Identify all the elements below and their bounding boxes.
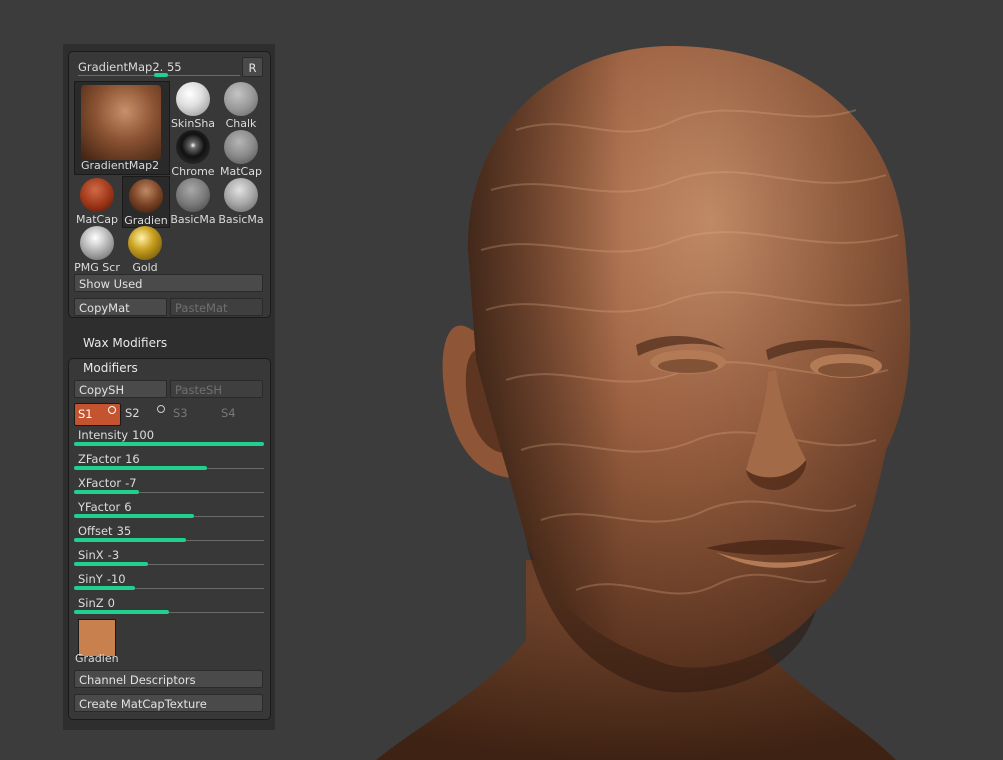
shader-s4-button[interactable]: S4 xyxy=(218,403,263,424)
material-swatch-matcap-red[interactable]: MatCap xyxy=(74,178,120,226)
slider-fill xyxy=(74,586,135,590)
slider-label: Offset 35 xyxy=(78,524,132,538)
3d-viewport[interactable] xyxy=(276,0,1003,760)
gradient-label: Gradien xyxy=(75,652,119,665)
material-swatch-basicmat2[interactable]: BasicMa xyxy=(218,178,264,226)
channel-descriptors-button[interactable]: Channel Descriptors xyxy=(74,670,263,688)
matcap-gray-sphere-icon xyxy=(224,130,258,164)
shader-s1-button[interactable]: S1 xyxy=(74,403,121,426)
slider-sinz[interactable]: SinZ 0 xyxy=(74,596,264,618)
basic-material-sphere-icon xyxy=(176,178,210,212)
shader-s3-button[interactable]: S3 xyxy=(170,403,215,424)
matcap-red-sphere-icon xyxy=(80,178,114,212)
gold-sphere-icon xyxy=(128,226,162,260)
slider-fill xyxy=(74,514,194,518)
wax-modifiers-header[interactable]: Wax Modifiers xyxy=(83,336,167,350)
paste-sh-button[interactable]: PasteSH xyxy=(170,380,263,398)
gradient-map-preview-icon xyxy=(81,85,161,160)
show-used-button[interactable]: Show Used xyxy=(74,274,263,292)
slider-label: YFactor 6 xyxy=(78,500,132,514)
current-material-slider-handle[interactable] xyxy=(154,73,168,77)
slider-sinx[interactable]: SinX -3 xyxy=(74,548,264,570)
pmg-screen-sphere-icon xyxy=(80,226,114,260)
modifiers-section: Modifiers CopySH PasteSH S1 S2 S3 S4 Int… xyxy=(68,358,271,720)
slider-yfactor[interactable]: YFactor 6 xyxy=(74,500,264,522)
material-swatch-gradient-selected[interactable]: Gradien xyxy=(122,176,170,228)
material-palette: GradientMap2. 55 R GradientMap2 SkinSha … xyxy=(68,51,271,318)
chrome-sphere-icon xyxy=(176,130,210,164)
slider-fill xyxy=(74,538,186,542)
material-swatch-pmg-screen[interactable]: PMG Scr xyxy=(74,226,120,274)
slider-intensity[interactable]: Intensity 100 xyxy=(74,428,264,450)
slider-xfactor[interactable]: XFactor -7 xyxy=(74,476,264,498)
material-swatch-gold[interactable]: Gold xyxy=(122,226,168,274)
slider-siny[interactable]: SinY -10 xyxy=(74,572,264,594)
shader-s2-button[interactable]: S2 xyxy=(122,403,167,424)
slider-label: Intensity 100 xyxy=(78,428,155,442)
slider-fill xyxy=(74,610,169,614)
slider-offset[interactable]: Offset 35 xyxy=(74,524,264,546)
gradient-map-sphere-icon xyxy=(129,179,163,213)
slider-fill xyxy=(74,490,139,494)
create-matcap-texture-button[interactable]: Create MatCapTexture xyxy=(74,694,263,712)
copy-sh-button[interactable]: CopySH xyxy=(74,380,167,398)
slider-fill xyxy=(74,442,264,446)
chalk-sphere-icon xyxy=(224,82,258,116)
material-panel: GradientMap2. 55 R GradientMap2 SkinSha … xyxy=(63,44,275,730)
material-swatch-chrome[interactable]: Chrome xyxy=(170,130,216,178)
sculpted-head-model[interactable] xyxy=(276,0,1003,760)
shader-s2-radio-icon xyxy=(157,405,165,413)
material-swatch-chalk[interactable]: Chalk xyxy=(218,82,264,130)
slider-zfactor[interactable]: ZFactor 16 xyxy=(74,452,264,474)
skin-shade-sphere-icon xyxy=(176,82,210,116)
slider-fill xyxy=(74,562,148,566)
current-material-preview[interactable]: GradientMap2 xyxy=(74,81,170,175)
current-material-label: GradientMap2. 55 xyxy=(78,60,182,74)
material-swatch-skinshade[interactable]: SkinSha xyxy=(170,82,216,130)
material-swatch-matcap-gray[interactable]: MatCap xyxy=(218,130,264,178)
modifiers-header[interactable]: Modifiers xyxy=(83,361,138,375)
slider-label: SinX -3 xyxy=(78,548,120,562)
slider-fill xyxy=(74,466,207,470)
paste-mat-button[interactable]: PasteMat xyxy=(170,298,263,316)
basic-material-2-sphere-icon xyxy=(224,178,258,212)
slider-label: XFactor -7 xyxy=(78,476,137,490)
big-preview-label: GradientMap2 xyxy=(81,159,160,172)
slider-label: SinZ 0 xyxy=(78,596,115,610)
shader-s1-radio-icon xyxy=(108,406,116,414)
slider-label: ZFactor 16 xyxy=(78,452,140,466)
r-button[interactable]: R xyxy=(242,57,263,77)
copy-mat-button[interactable]: CopyMat xyxy=(74,298,167,316)
material-swatch-basicmat[interactable]: BasicMa xyxy=(170,178,216,226)
slider-label: SinY -10 xyxy=(78,572,126,586)
